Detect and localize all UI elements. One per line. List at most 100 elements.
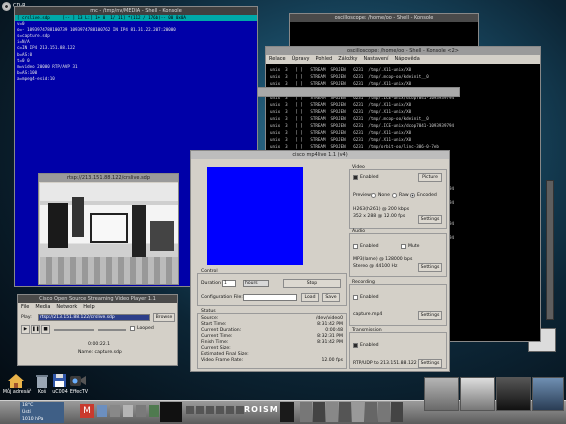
desktop-thumb-1[interactable]	[424, 377, 459, 411]
mp4live-window[interactable]: cisco mp4live 1.1 (v4) Control Duration …	[190, 150, 450, 372]
pause-button[interactable]: ❚❚	[31, 325, 40, 334]
terminal-row: unix 3 [ ] STREAM SPOJEN 6231 /tmp/.X11-…	[270, 137, 412, 142]
recording-settings-button[interactable]: Settings	[418, 311, 442, 320]
app-icon[interactable]	[110, 405, 120, 417]
app-launcher-icon[interactable]: M	[80, 404, 94, 418]
transmission-enabled-checkbox[interactable]	[353, 343, 358, 348]
task-thumb[interactable]	[326, 402, 338, 422]
app-icon[interactable]	[123, 405, 133, 417]
play-button[interactable]: ▶	[21, 325, 30, 334]
audio-mute-checkbox[interactable]	[401, 244, 406, 249]
config-save-button[interactable]: Save	[322, 293, 340, 302]
task-thumb[interactable]	[391, 402, 403, 422]
window-title[interactable]: oscilloscope: /home/oo - Shell - Konsole	[290, 14, 478, 22]
tray-icon[interactable]	[186, 406, 194, 414]
menu-item[interactable]: Network	[56, 303, 77, 312]
window-title[interactable]: Cisco Open Source Streaming Video Player…	[18, 295, 177, 303]
window-title[interactable]: cisco mp4live 1.1 (v4)	[191, 151, 449, 159]
stop-button[interactable]: ■	[41, 325, 50, 334]
floppy-icon[interactable]	[53, 374, 66, 387]
transmission-info: RTP/UDP to 213.151.88.122	[353, 361, 417, 366]
duration-label: Duration	[201, 281, 221, 286]
taskbar-logo: ROISM	[244, 405, 279, 414]
video-picture-button[interactable]: Picture	[418, 173, 442, 182]
transmission-enabled-label: Enabled	[360, 343, 379, 348]
menu-item[interactable]: Nápověda	[394, 55, 419, 64]
camera-icon[interactable]	[70, 374, 86, 387]
menu-item[interactable]: Úpravy	[292, 55, 310, 64]
audio-mute-label: Mute	[408, 244, 420, 249]
task-thumb[interactable]	[300, 402, 312, 422]
video-settings-button[interactable]: Settings	[418, 215, 442, 224]
audio-enabled-checkbox[interactable]	[353, 244, 358, 249]
konsole-menubar: Relace Úpravy Pohled Záložky Nastavení Nápově…	[266, 55, 540, 64]
preview-none-radio[interactable]	[371, 193, 376, 198]
weather-pressure: 1010 hPa	[22, 417, 44, 422]
weather-place: Ústí	[22, 410, 31, 415]
menu-item[interactable]: Relace	[269, 55, 286, 64]
recording-enabled-checkbox[interactable]	[353, 295, 358, 300]
weather-widget[interactable]: 18°C Ústí 1010 hPa	[20, 402, 64, 423]
menu-item[interactable]: Záložky	[338, 55, 357, 64]
desktop-thumb-3[interactable]	[496, 377, 531, 411]
desktop-thumb-2[interactable]	[460, 377, 495, 411]
task-thumb[interactable]	[339, 402, 351, 422]
config-file-input[interactable]	[243, 294, 297, 301]
video-window[interactable]: rtsp://213.151.88.122/crslive.sdp	[38, 173, 179, 285]
browse-button[interactable]: Browse	[153, 313, 175, 322]
window-title[interactable]: mc - /tmp/nv/MEDIA - Shell - Konsole	[15, 7, 257, 15]
tray-icon[interactable]	[216, 406, 224, 414]
menu-item[interactable]: Nastavení	[363, 55, 388, 64]
status-value: 8:31:42 PM	[317, 340, 343, 345]
duration-unit-select[interactable]: hours	[243, 280, 269, 287]
video-frame	[40, 183, 178, 284]
status-key: Video Frame Rate:	[201, 358, 244, 363]
preview-encoded-radio[interactable]	[410, 193, 415, 198]
tray-icon[interactable]	[236, 406, 244, 414]
config-file-label: Configuration File:	[201, 295, 243, 300]
cpu-meter	[160, 402, 182, 422]
app-icon[interactable]	[97, 405, 107, 417]
task-thumb[interactable]	[352, 402, 364, 422]
menu-item[interactable]: Help	[83, 303, 94, 312]
video-enabled-checkbox[interactable]	[353, 175, 358, 180]
audio-settings-button[interactable]: Settings	[418, 263, 442, 272]
window-title[interactable]: oscilloscope: /home/oo - Shell - Konsole…	[266, 47, 540, 55]
recording-file: capture.mp4	[353, 312, 383, 317]
preview-encoded-label: Encoded	[417, 193, 437, 198]
task-thumb[interactable]	[313, 402, 325, 422]
tray-icon[interactable]	[196, 406, 204, 414]
app-icon[interactable]	[136, 405, 146, 417]
duration-spinbox[interactable]: 1	[222, 280, 236, 287]
transmission-settings-button[interactable]: Settings	[418, 359, 442, 368]
video-player-window[interactable]: Cisco Open Source Streaming Video Player…	[17, 294, 178, 366]
trash-icon[interactable]	[36, 374, 48, 388]
tray-icon[interactable]	[206, 406, 214, 414]
terminal-row: unix 3 [ ] STREAM SPOJEN 6231 /tmp/.X11-…	[270, 67, 412, 72]
preview-raw-radio[interactable]	[392, 193, 397, 198]
seek-slider[interactable]	[54, 329, 94, 331]
preview-none-label: None	[378, 193, 390, 198]
status-row: Video Frame Rate: 12.00 fps	[201, 358, 343, 364]
config-load-button[interactable]: Load	[301, 293, 319, 302]
stop-capture-button[interactable]: Stop	[283, 279, 341, 288]
menu-item[interactable]: Pohled	[315, 55, 332, 64]
menu-item[interactable]: Media	[35, 303, 50, 312]
video-codec-info: H263(h261) @ 200 kbps	[353, 207, 410, 212]
tray-icon[interactable]	[226, 406, 234, 414]
window-title[interactable]: rtsp://213.151.88.122/crslive.sdp	[39, 174, 178, 182]
task-thumb[interactable]	[378, 402, 390, 422]
player-controls: ▶ ❚❚ ■	[21, 325, 50, 334]
task-thumb[interactable]	[365, 402, 377, 422]
menu-item[interactable]: File	[21, 303, 29, 312]
desktop-thumb-4[interactable]	[532, 377, 564, 411]
taskbar-app-icons	[97, 405, 159, 417]
cd-drive-icon[interactable]	[2, 2, 11, 11]
app-icon[interactable]	[149, 405, 159, 417]
taskbar-tray-icons	[186, 406, 244, 414]
volume-slider[interactable]	[98, 329, 126, 331]
looped-checkbox[interactable]	[130, 326, 135, 331]
url-input[interactable]: rtsp://213.151.88.122/crslive.sdp	[38, 314, 150, 321]
home-icon[interactable]	[8, 374, 24, 388]
terminal-row: unix 3 [ ] STREAM SPOJEN 6231 /tmp/.mcop…	[270, 116, 429, 121]
